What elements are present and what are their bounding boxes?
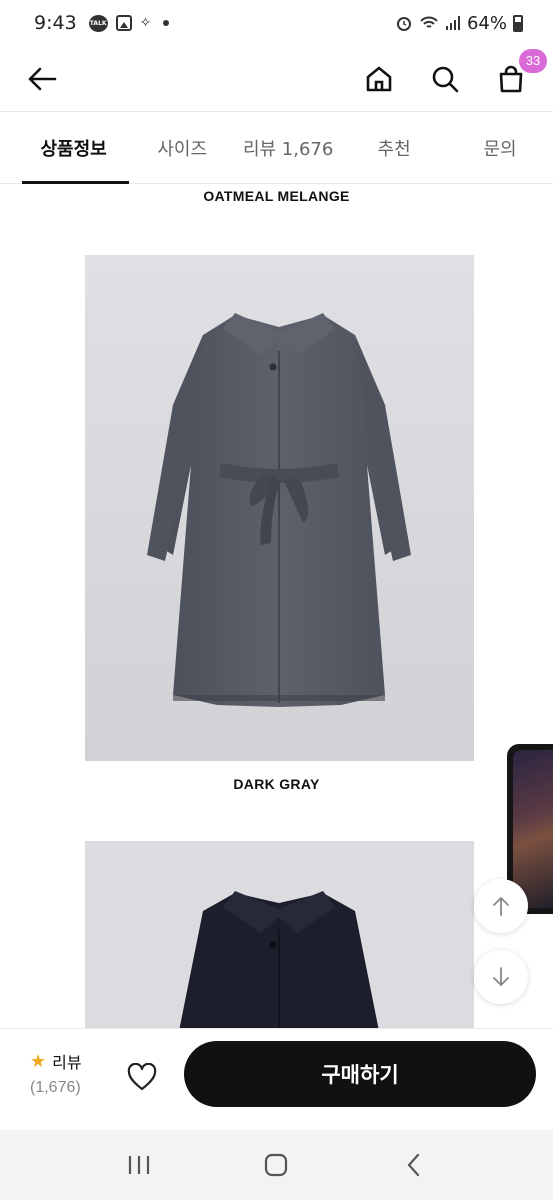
status-bar: 9:43 TALK ✧ 64% — [0, 0, 553, 46]
alarm-icon — [396, 17, 411, 31]
battery-percent: 64% — [466, 12, 507, 34]
review-label: 리뷰 — [52, 1053, 82, 1072]
tab-recommend[interactable]: 추천 — [341, 112, 447, 183]
arrow-down-icon — [493, 967, 509, 986]
recent-apps-button[interactable] — [114, 1140, 164, 1190]
battery-icon — [513, 14, 523, 32]
home-nav-button[interactable] — [251, 1140, 301, 1190]
review-count: (1,676) — [30, 1079, 81, 1096]
star-icon: ★ — [30, 1050, 47, 1072]
wifi-icon — [420, 16, 438, 28]
status-time: 9:43 — [34, 12, 77, 34]
tab-inquiry[interactable]: 문의 — [447, 112, 553, 183]
back-button[interactable] — [20, 57, 64, 101]
color-caption: OATMEAL MELANGE — [203, 188, 350, 204]
product-image — [85, 255, 474, 761]
sparkle-icon: ✧ — [139, 15, 152, 31]
tab-bar: 상품정보 사이즈 리뷰 1,676 추천 문의 — [0, 112, 553, 184]
buy-button[interactable]: 구매하기 — [184, 1041, 536, 1107]
coat-dark-gray-illustration — [147, 313, 411, 707]
app-header: 33 — [0, 46, 553, 112]
home-button[interactable] — [357, 57, 401, 101]
scroll-to-top-button[interactable] — [474, 879, 528, 933]
chevron-left-icon — [408, 1153, 420, 1177]
gallery-icon — [115, 15, 132, 31]
scroll-to-bottom-button[interactable] — [474, 950, 528, 1004]
wishlist-button[interactable] — [122, 1057, 162, 1097]
signal-icon — [445, 16, 460, 30]
search-icon — [432, 66, 459, 92]
product-image — [85, 841, 474, 1028]
system-navigation-bar — [0, 1130, 553, 1200]
tab-size[interactable]: 사이즈 — [129, 112, 235, 183]
recent-apps-icon — [128, 1156, 149, 1174]
back-nav-button[interactable] — [389, 1140, 439, 1190]
search-button[interactable] — [423, 57, 467, 101]
coat-navy-illustration — [179, 891, 379, 1028]
product-detail-content: OATMEAL MELANGE DARK GRAY — [0, 184, 553, 1028]
color-caption: DARK GRAY — [233, 776, 320, 792]
notification-dot-icon — [163, 20, 170, 26]
home-icon — [366, 66, 392, 91]
cart-count-badge: 33 — [519, 48, 547, 73]
cart-button[interactable]: 33 — [489, 48, 547, 101]
kakaotalk-icon: TALK — [88, 14, 108, 32]
home-square-icon — [265, 1153, 288, 1177]
arrow-left-icon — [28, 67, 57, 90]
heart-icon — [127, 1063, 157, 1091]
arrow-up-icon — [493, 897, 509, 916]
review-summary[interactable]: ★ 리뷰 (1,676) — [30, 1049, 82, 1097]
video-preview-image — [513, 750, 553, 908]
purchase-action-bar: ★ 리뷰 (1,676) 구매하기 — [0, 1028, 553, 1130]
tab-product-info[interactable]: 상품정보 — [0, 112, 130, 184]
tab-reviews[interactable]: 리뷰 1,676 — [235, 112, 341, 183]
